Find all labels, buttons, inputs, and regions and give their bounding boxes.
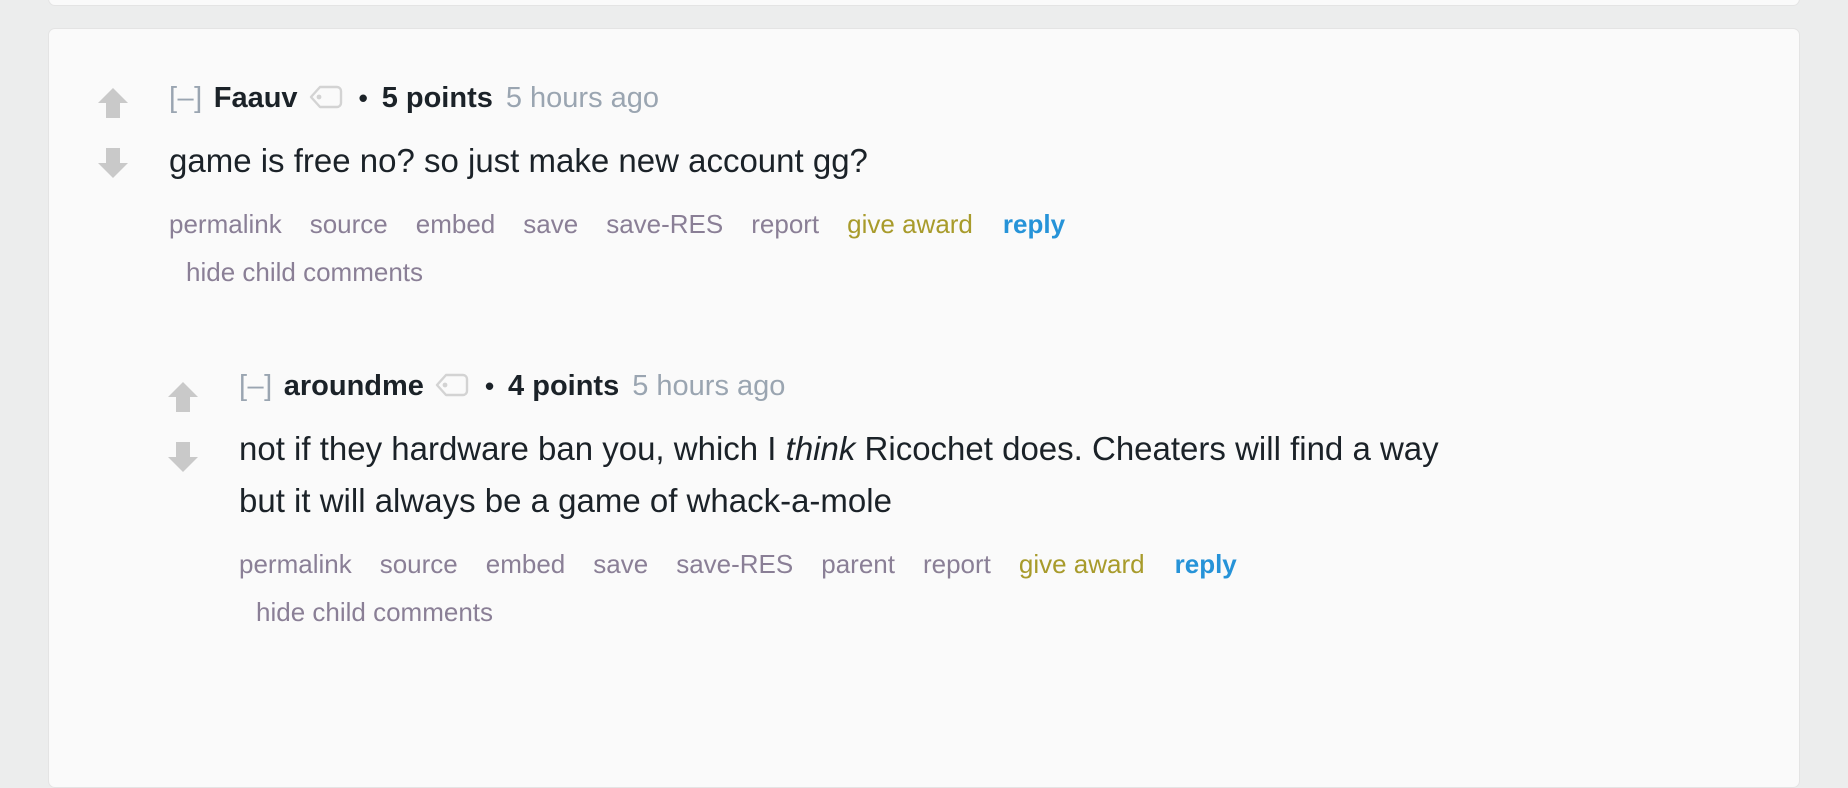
action-permalink[interactable]: permalink [239,549,352,579]
action-hide-child-comments[interactable]: hide child comments [186,257,423,287]
comment-timestamp[interactable]: 5 hours ago [632,371,785,401]
action-embed[interactable]: embed [486,549,566,579]
action-permalink[interactable]: permalink [169,209,282,239]
action-source[interactable]: source [310,209,388,239]
upvote-arrow-icon[interactable] [95,85,131,121]
actions-second-row: hide child comments [239,594,1359,631]
vote-column [91,85,135,181]
tagline-bullet: • [484,371,495,402]
comment-tagline: [–] Faauv • 5 points 5 hours ago [169,81,1799,115]
action-embed[interactable]: embed [416,209,496,239]
action-reply[interactable]: reply [1175,549,1237,579]
action-source[interactable]: source [380,549,458,579]
action-report[interactable]: report [751,209,819,239]
comment-content: [–] aroundme • 4 points 5 hours ago not … [239,369,1799,631]
comment-body-segment-1: not if they hardware ban you, which I [239,430,786,468]
collapse-toggle[interactable]: [–] [169,83,203,113]
comment-card: [–] Faauv • 5 points 5 hours ago game is… [48,28,1800,788]
previous-comment-card-stub [48,0,1800,6]
tag-icon[interactable] [309,85,343,111]
action-report[interactable]: report [923,549,991,579]
comment-timestamp[interactable]: 5 hours ago [506,83,659,113]
action-give-award[interactable]: give award [1019,549,1145,579]
collapse-toggle[interactable]: [–] [239,371,273,401]
comment-score: 5 points [381,81,493,114]
comment-top-level: [–] Faauv • 5 points 5 hours ago game is… [49,29,1799,291]
action-save-res[interactable]: save-RES [676,549,793,579]
action-save[interactable]: save [593,549,648,579]
tag-icon[interactable] [435,373,469,399]
downvote-arrow-icon[interactable] [95,145,131,181]
comment-body-emphasis: think [785,430,856,468]
comment-body-text: game is free no? so just make new accoun… [169,142,868,179]
action-hide-child-comments[interactable]: hide child comments [256,597,493,627]
action-parent[interactable]: parent [821,549,895,579]
comment-nested-reply: [–] aroundme • 4 points 5 hours ago not … [49,369,1799,631]
action-give-award[interactable]: give award [847,209,973,239]
comment-content: [–] Faauv • 5 points 5 hours ago game is… [169,81,1799,291]
comment-score: 4 points [508,369,620,402]
comment-actions: permalink source embed save save-RES report gi… [169,206,1289,291]
action-save-res[interactable]: save-RES [606,209,723,239]
comment-tagline: [–] aroundme • 4 points 5 hours ago [239,369,1799,403]
comment-author[interactable]: aroundme [284,371,424,401]
comment-body-text: not if they hardware ban you, which I th… [239,423,1439,526]
actions-second-row: hide child comments [169,254,1289,291]
upvote-arrow-icon[interactable] [165,379,201,415]
comment-actions: permalink source embed save save-RES parent re… [239,546,1359,631]
tagline-bullet: • [358,83,368,113]
vote-column [161,379,205,475]
comment-author[interactable]: Faauv [214,83,298,113]
action-save[interactable]: save [523,209,578,239]
downvote-arrow-icon[interactable] [165,439,201,475]
comment-thread-page: [–] Faauv • 5 points 5 hours ago game is… [0,0,1848,788]
action-reply[interactable]: reply [1003,209,1065,239]
